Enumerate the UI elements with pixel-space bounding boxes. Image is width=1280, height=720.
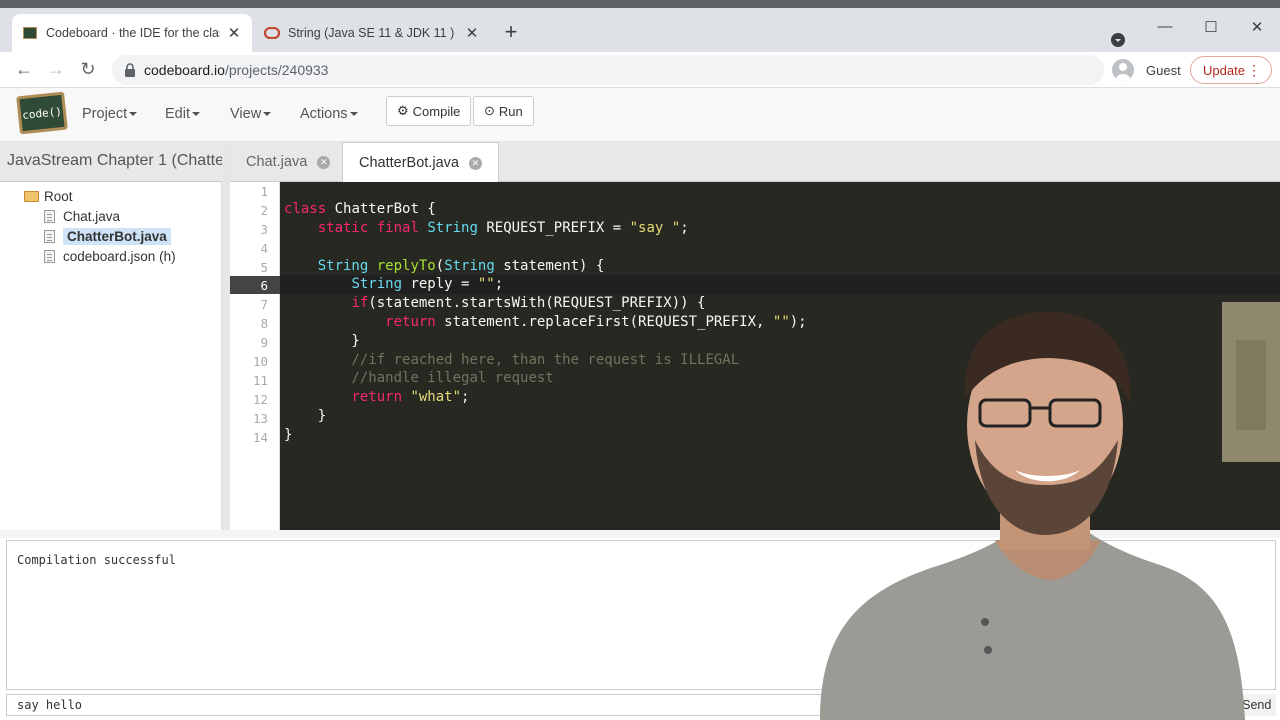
code-line: String reply = "";: [351, 276, 504, 292]
project-title: JavaStream Chapter 1 (ChatterBot): [0, 142, 222, 182]
menu-actions[interactable]: Actions: [300, 106, 358, 122]
console-input-value: say hello: [17, 698, 83, 712]
code-line: //handle illegal request: [351, 370, 554, 386]
menu-edit[interactable]: Edit: [165, 106, 200, 122]
codeboard-favicon-icon: [22, 25, 38, 41]
url-host: codeboard.io: [144, 62, 225, 78]
line-number: 12: [252, 392, 268, 407]
oracle-favicon-icon: [264, 25, 280, 41]
gear-icon: ⚙: [397, 103, 409, 118]
address-bar[interactable]: codeboard.io/projects/240933: [112, 55, 1104, 85]
close-tab-icon[interactable]: ✕: [468, 156, 482, 170]
file-icon: [44, 249, 55, 263]
tab-chatterbot-java[interactable]: ChatterBot.java ✕: [342, 142, 499, 183]
console-output-text: Compilation successful: [17, 553, 176, 567]
code-line: if(statement.startsWith(REQUEST_PREFIX))…: [351, 295, 706, 311]
panel-splitter[interactable]: [222, 142, 230, 530]
line-number: 6: [260, 278, 268, 293]
presenter-video: [820, 302, 1280, 720]
caret-down-icon: [129, 112, 138, 117]
file-icon: [44, 229, 55, 243]
line-number: 1: [260, 184, 268, 199]
line-number: 14: [252, 430, 268, 445]
line-number: 4: [260, 241, 268, 256]
codeboard-logo[interactable]: code(): [16, 91, 68, 135]
file-icon: [44, 209, 55, 223]
update-button[interactable]: Update ⋮: [1190, 56, 1272, 84]
browser-tab-title: Codeboard · the IDE for the class: [46, 26, 220, 40]
code-line: //if reached here, than the request is I…: [351, 352, 740, 368]
codeboard-header: code() Project Edit View Actions ⚙ Compil…: [0, 88, 1280, 142]
tab-chat-java[interactable]: Chat.java ✕: [230, 142, 346, 182]
run-button[interactable]: ⊙ Run: [473, 96, 534, 126]
browser-tab-java-string[interactable]: String (Java SE 11 & JDK 11 ) ✕: [254, 14, 490, 52]
lock-icon: [124, 63, 136, 77]
close-tab-icon[interactable]: ✕: [464, 24, 480, 42]
folder-open-icon: [24, 190, 39, 202]
update-label: Update: [1203, 62, 1245, 78]
close-tab-icon[interactable]: ✕: [317, 155, 331, 169]
line-number: 7: [260, 297, 268, 312]
tree-item-chatterbot-java[interactable]: ChatterBot.java: [44, 226, 171, 246]
caret-down-icon: [349, 112, 358, 117]
caret-down-icon: [192, 112, 200, 117]
line-number: 3: [260, 222, 268, 237]
browser-tab-codeboard[interactable]: Codeboard · the IDE for the class ✕: [12, 14, 252, 52]
compile-button[interactable]: ⚙ Compile: [386, 96, 472, 126]
browser-tab-strip: Codeboard · the IDE for the class ✕ Stri…: [0, 0, 1280, 52]
browser-tab-title: String (Java SE 11 & JDK 11 ): [288, 26, 455, 40]
code-line: class ChatterBot {: [284, 201, 436, 217]
play-circle-icon: ⊙: [484, 103, 495, 118]
caret-down-icon: [263, 112, 272, 117]
tree-item-chat-java[interactable]: Chat.java: [44, 206, 120, 226]
menu-view[interactable]: View: [230, 106, 272, 122]
code-line: }: [284, 427, 293, 443]
avatar-icon: [1112, 59, 1134, 81]
tree-item-codeboard-json[interactable]: codeboard.json (h): [44, 246, 176, 266]
line-number: 8: [260, 316, 268, 331]
more-menu-icon[interactable]: ⋮: [1247, 62, 1261, 79]
code-line: }: [284, 333, 360, 349]
close-tab-icon[interactable]: ✕: [226, 24, 242, 42]
webcam-overlay: [800, 300, 1280, 720]
window-close-icon[interactable]: ✕: [1242, 18, 1272, 44]
profile-button[interactable]: Guest: [1112, 56, 1181, 84]
profile-label: Guest: [1146, 62, 1181, 78]
file-tree-panel: JavaStream Chapter 1 (ChatterBot) Root C…: [0, 142, 222, 530]
url-path: /projects/240933: [224, 62, 329, 78]
forward-arrow-icon[interactable]: →: [44, 58, 68, 82]
code-line: return "what";: [351, 389, 470, 405]
code-line: return statement.replaceFirst(REQUEST_PR…: [385, 314, 807, 330]
maximize-icon[interactable]: ☐: [1196, 18, 1226, 44]
code-line: static final String REQUEST_PREFIX = "sa…: [317, 220, 689, 236]
tab-search-icon[interactable]: [1110, 32, 1128, 50]
code-line: String replyTo(String statement) {: [317, 258, 605, 274]
line-number: 13: [252, 411, 268, 426]
menu-project[interactable]: Project: [82, 106, 138, 122]
line-number: 9: [260, 335, 268, 350]
new-tab-icon[interactable]: +: [500, 21, 522, 44]
line-number: 5: [260, 260, 268, 275]
line-number-gutter: 1 2 3 4 5 6 7 8 9 10 11 12 13 14: [230, 182, 280, 530]
line-number: 2: [260, 203, 268, 218]
back-arrow-icon[interactable]: ←: [12, 58, 36, 82]
tree-root[interactable]: Root: [24, 186, 73, 206]
editor-tabs: Chat.java ✕ ChatterBot.java ✕: [230, 142, 1280, 183]
code-line: }: [284, 408, 327, 424]
source-code[interactable]: class ChatterBot { static final String R…: [284, 182, 807, 443]
browser-toolbar: ← → ↻ codeboard.io/projects/240933 Guest…: [0, 52, 1280, 88]
line-number: 11: [252, 373, 268, 388]
reload-icon[interactable]: ↻: [76, 58, 100, 82]
line-number: 10: [252, 354, 268, 369]
minimize-icon[interactable]: —: [1150, 18, 1180, 44]
